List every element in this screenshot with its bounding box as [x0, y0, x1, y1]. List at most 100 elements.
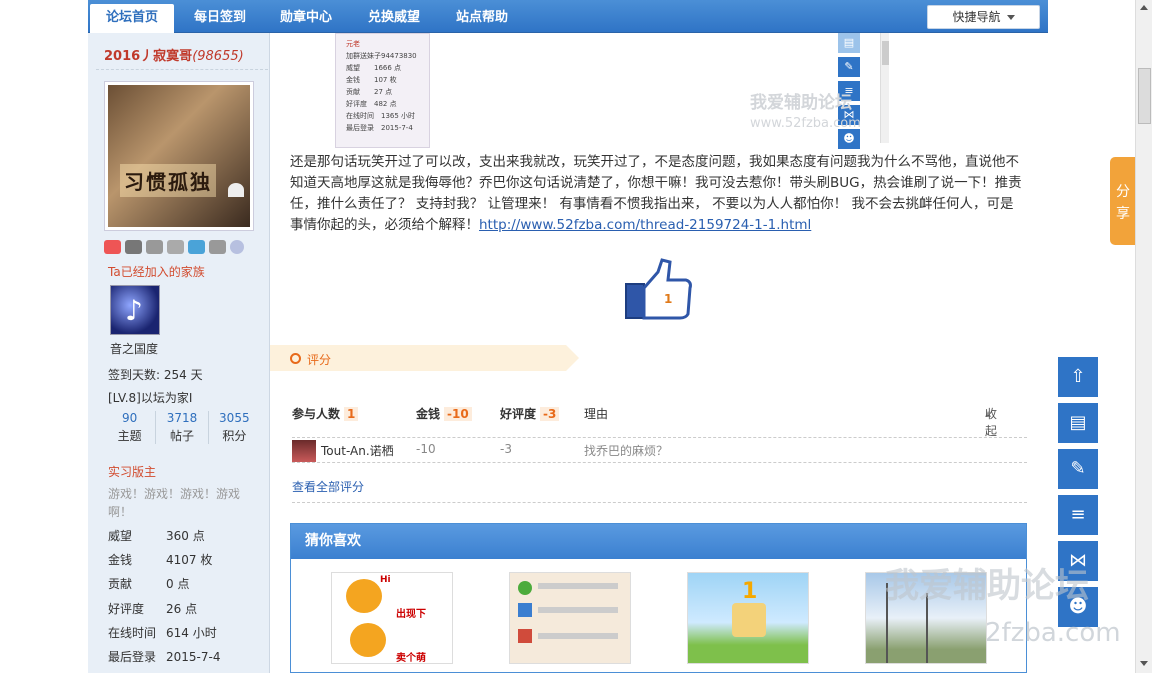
- gold-total: -10: [444, 407, 472, 421]
- rating-label: 评分: [307, 353, 332, 367]
- user-level[interactable]: [LV.8]以坛为家I: [108, 389, 192, 406]
- medal-icon[interactable]: [104, 240, 121, 254]
- divider: [292, 502, 1027, 503]
- text-line: [538, 607, 618, 613]
- post-image[interactable]: 元老 加群送妹子94473830 威望 1666 点 金钱 107 枚 贡献 2…: [335, 33, 430, 148]
- embedded-text: 元老: [346, 40, 360, 48]
- document-icon[interactable]: ▤: [1058, 403, 1098, 443]
- list-icon[interactable]: ≡: [1058, 495, 1098, 535]
- divider: [96, 69, 268, 70]
- medal-icon[interactable]: [125, 240, 142, 254]
- tab-forum-home[interactable]: 论坛首页: [90, 4, 174, 33]
- stat-points[interactable]: 3055 积分: [209, 411, 260, 444]
- stat-posts[interactable]: 3718 帖子: [156, 411, 209, 444]
- embedded-text: 好评度 482 点: [346, 100, 397, 108]
- watermark: 我爱辅助论坛: [885, 566, 1089, 606]
- thumbs-up-icon: [625, 258, 692, 320]
- diamond-icon[interactable]: [146, 240, 163, 254]
- scroll-thumb[interactable]: [1138, 68, 1151, 124]
- detail-row: 在线时间 614 小时: [108, 624, 258, 641]
- like-button[interactable]: 1: [624, 258, 694, 322]
- embedded-text: 威望 1666 点: [346, 64, 402, 72]
- tab-daily-checkin[interactable]: 每日签到: [180, 4, 260, 33]
- detail-row: 好评度 26 点: [108, 600, 258, 617]
- quick-nav-dropdown[interactable]: 快捷导航: [927, 5, 1040, 29]
- participants-header: 参与人数 1: [292, 405, 359, 422]
- embedded-text: 在线时间 1365 小时: [346, 112, 416, 120]
- tab-exchange-rep[interactable]: 兑换威望: [352, 4, 436, 33]
- detail-value: 4107 枚: [166, 553, 213, 567]
- rater-rep: -3: [500, 442, 512, 456]
- stat-topics[interactable]: 90 主题: [104, 411, 157, 444]
- recommend-item[interactable]: Hi 出现下 卖个萌: [331, 572, 453, 664]
- scroll-down-arrow-icon[interactable]: [1140, 661, 1148, 666]
- birthday-cake-image: [732, 603, 766, 637]
- avatar[interactable]: [292, 440, 316, 462]
- avatar[interactable]: 习惯孤独: [104, 81, 254, 231]
- heart-icon: [228, 183, 244, 197]
- top-nav-bar: 论坛首页 每日签到 勋章中心 兑换威望 站点帮助 快捷导航: [88, 0, 1048, 33]
- detail-value: 26 点: [166, 602, 198, 616]
- collapse-button[interactable]: 收起 ▲: [985, 405, 997, 438]
- help-icon[interactable]: [230, 240, 244, 254]
- diamond-icon[interactable]: [167, 240, 184, 254]
- recommend-item[interactable]: [509, 572, 631, 664]
- tab-site-help[interactable]: 站点帮助: [442, 4, 522, 33]
- scroll-up-arrow-icon[interactable]: [1140, 5, 1148, 10]
- rater-gold: -10: [416, 442, 436, 456]
- number-one-graphic: 1: [742, 579, 758, 604]
- back-to-top-icon[interactable]: ⇧: [1058, 357, 1098, 397]
- family-image[interactable]: ♪: [110, 285, 160, 335]
- view-all-ratings-link[interactable]: 查看全部评分: [292, 478, 364, 495]
- detail-value: 0 点: [166, 577, 190, 591]
- stat-label: 帖子: [169, 429, 194, 443]
- detail-label: 最后登录: [108, 650, 157, 664]
- stat-label: 积分: [222, 429, 247, 443]
- medal-row: [104, 240, 244, 254]
- text-line: [538, 583, 618, 589]
- item-text: 卖个萌: [396, 653, 426, 664]
- watermark-url: 2fzba.com: [985, 618, 1121, 648]
- quick-nav-label: 快捷导航: [952, 10, 1001, 24]
- user-signature: 游戏！游戏！游戏！游戏啊！: [108, 487, 241, 519]
- app-icon: [518, 603, 532, 617]
- tab-medal-center[interactable]: 勋章中心: [266, 4, 346, 33]
- diamond-icon[interactable]: [209, 240, 226, 254]
- rating-section-header: 评分: [270, 345, 579, 371]
- circle-icon: [290, 353, 301, 364]
- header-label: 参与人数: [292, 407, 341, 421]
- app-icon: [518, 581, 532, 595]
- like-count: 1: [664, 292, 673, 306]
- share-tab[interactable]: 分享: [1110, 157, 1136, 245]
- item-text: 出现下: [396, 609, 426, 620]
- table-row: Tout-An.诺栖 -10 -3 找乔巴的麻烦？: [292, 437, 1027, 463]
- username-link[interactable]: 2016丿寂寞哥(98655): [104, 45, 244, 64]
- thread-link[interactable]: http://www.52fzba.com/thread-2159724-1-1…: [479, 217, 811, 233]
- rater-name[interactable]: Tout-An.诺栖: [321, 442, 394, 459]
- avatar-caption: 习惯孤独: [120, 164, 216, 197]
- page-scrollbar[interactable]: [1135, 0, 1152, 673]
- collapse-label: 收起: [985, 407, 998, 438]
- rep-header: 好评度 -3: [500, 405, 560, 422]
- doc-icon: ▤: [838, 33, 860, 53]
- rep-total: -3: [540, 407, 560, 421]
- edit-icon[interactable]: ✎: [1058, 449, 1098, 489]
- family-link[interactable]: Ta已经加入的家族: [108, 263, 205, 280]
- family-name[interactable]: 音之国度: [110, 340, 158, 357]
- detail-label: 贡献: [108, 577, 133, 591]
- detail-label: 威望: [108, 529, 133, 543]
- watermark-url: www.52fzba.com: [750, 116, 861, 131]
- embedded-scrollbar: [880, 33, 889, 143]
- watermark: 我爱辅助论坛: [750, 93, 852, 113]
- item-text: Hi: [380, 575, 391, 585]
- embedded-text: 贡献 27 点: [346, 88, 393, 96]
- detail-row: 最后登录 2015-7-4: [108, 648, 258, 665]
- text-line: [538, 633, 618, 639]
- diamond-icon[interactable]: [188, 240, 205, 254]
- detail-row: 威望 360 点: [108, 527, 258, 544]
- user-rank[interactable]: 实习版主: [108, 463, 156, 480]
- header-label: 好评度: [500, 407, 537, 421]
- recommend-item[interactable]: 1: [687, 572, 809, 664]
- edit-icon: ✎: [838, 57, 860, 77]
- recommend-title: 猜你喜欢: [291, 524, 1026, 559]
